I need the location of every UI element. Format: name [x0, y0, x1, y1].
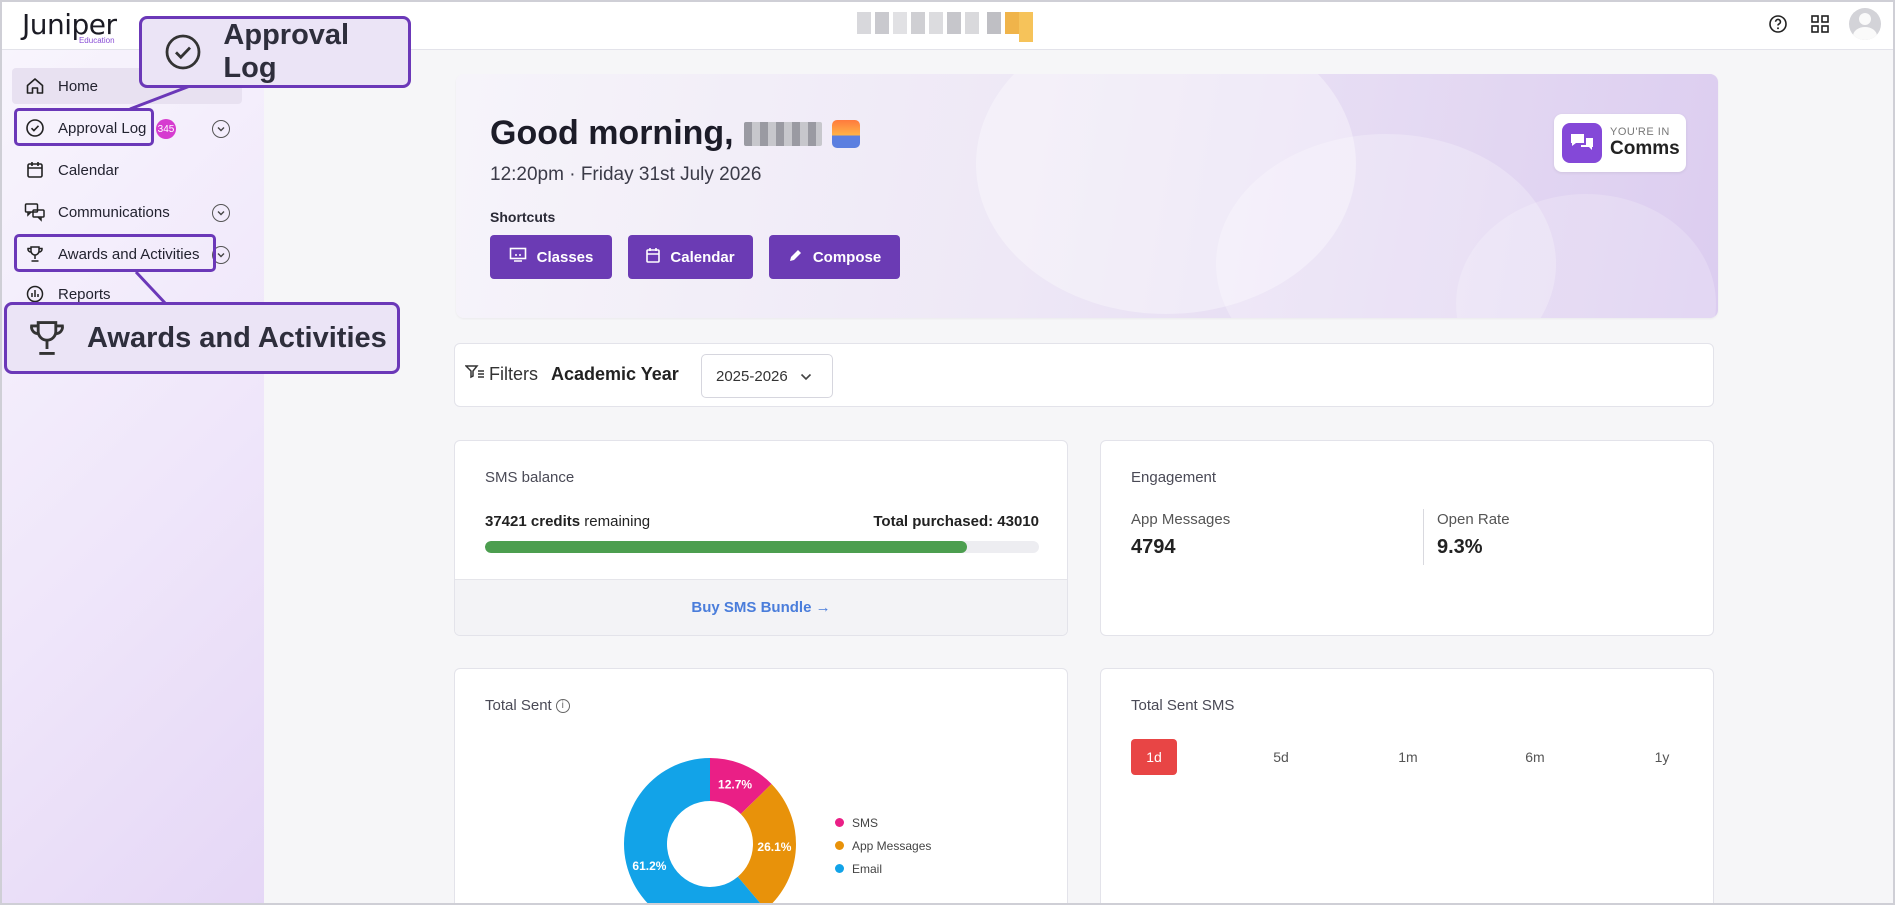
- divider: [1423, 509, 1424, 565]
- user-name-redacted: [743, 121, 822, 146]
- pencil-icon: [788, 248, 803, 267]
- range-1m-button[interactable]: 1m: [1385, 739, 1431, 775]
- module-caption: YOU'RE IN: [1610, 126, 1670, 138]
- awards-callout: Awards and Activities: [4, 302, 400, 374]
- shortcuts-label: Shortcuts: [490, 209, 556, 225]
- donut-slice-label: 12.7%: [718, 778, 752, 792]
- top-actions: [1765, 8, 1881, 40]
- button-label: Classes: [536, 248, 594, 266]
- classroom-icon: [509, 247, 527, 267]
- module-name: Comms: [1610, 138, 1680, 159]
- donut-slice-label: 26.1%: [757, 840, 791, 854]
- chart-legend: SMS App Messages Email: [835, 811, 931, 880]
- legend-label: SMS: [852, 815, 879, 830]
- legend-swatch: [835, 864, 844, 873]
- app-messages-stat: App Messages 4794: [1131, 511, 1230, 559]
- filters-label[interactable]: Filters: [464, 364, 538, 385]
- card-title: SMS balance: [485, 469, 575, 486]
- legend-item[interactable]: Email: [835, 857, 931, 880]
- legend-swatch: [835, 841, 844, 850]
- credits-remaining: 37421 credits remaining: [485, 513, 650, 530]
- user-avatar[interactable]: [1849, 8, 1881, 40]
- button-label: Compose: [812, 248, 882, 266]
- remaining-word: remaining: [584, 513, 651, 530]
- academic-year-select[interactable]: 2025-2026: [701, 354, 833, 398]
- legend-label: Email: [852, 861, 883, 876]
- button-label: Calendar: [670, 248, 735, 266]
- chat-bubbles-icon: [1562, 123, 1602, 163]
- stat-label: Open Rate: [1437, 511, 1510, 528]
- help-icon[interactable]: [1765, 11, 1791, 37]
- credits-value: 37421: [485, 513, 527, 530]
- apps-grid-icon[interactable]: [1807, 11, 1833, 37]
- info-icon[interactable]: i: [555, 698, 570, 713]
- current-module-badge: YOU'RE IN Comms: [1554, 114, 1686, 172]
- open-rate-stat: Open Rate 9.3%: [1437, 511, 1510, 559]
- calendar-icon: [646, 247, 661, 267]
- card-title: Total Sent SMS: [1131, 697, 1235, 714]
- legend-swatch: [835, 818, 844, 827]
- app-window: Juniper Education Home Approval Log 345 …: [0, 0, 1895, 905]
- current-time: 12:20pm · Friday 31st July 2026: [490, 164, 762, 185]
- check-circle-icon: [160, 29, 205, 75]
- range-6m-button[interactable]: 6m: [1512, 739, 1558, 775]
- greeting-heading: Good morning,: [490, 114, 860, 153]
- welcome-banner: Good morning, 12:20pm · Friday 31st July…: [456, 74, 1718, 318]
- stat-value: 9.3%: [1437, 536, 1483, 558]
- greeting-text: Good morning,: [490, 114, 734, 152]
- stat-label: App Messages: [1131, 511, 1231, 528]
- select-value: 2025-2026: [716, 367, 788, 385]
- classes-shortcut-button[interactable]: Classes: [490, 235, 612, 279]
- range-1d-button[interactable]: 1d: [1131, 739, 1177, 775]
- sunrise-icon: [831, 119, 860, 148]
- legend-item[interactable]: App Messages: [835, 834, 931, 857]
- school-name-redacted: [857, 12, 1042, 42]
- sms-credits-row: 37421 credits remaining Total purchased:…: [485, 513, 1039, 530]
- compose-shortcut-button[interactable]: Compose: [769, 235, 900, 279]
- filter-icon: [464, 364, 485, 385]
- credits-progress-fill: [485, 541, 967, 553]
- filters-bar: Filters Academic Year 2025-2026: [454, 343, 1714, 407]
- callout-text: Approval Log: [223, 19, 350, 84]
- sms-balance-card: SMS balance 37421 credits remaining Tota…: [454, 440, 1068, 636]
- card-title: Engagement: [1131, 469, 1217, 486]
- credits-progress-bar: [485, 541, 1039, 553]
- total-sent-donut-chart: 12.7% 26.1% 61.2%: [624, 758, 796, 903]
- total-sent-sms-card: Total Sent SMS 1d 5d 1m 6m 1y: [1100, 668, 1714, 903]
- stat-value: 4794: [1131, 536, 1176, 558]
- engagement-card: Engagement App Messages 4794 Open Rate 9…: [1100, 440, 1714, 636]
- total-sent-card: Total Sent i 12.7% 26.1% 61.2% SMS App Mess…: [454, 668, 1068, 903]
- card-title: Total Sent i: [485, 697, 570, 714]
- filters-text: Filters: [489, 364, 538, 384]
- buy-sms-bundle-link[interactable]: Buy SMS Bundle →: [455, 579, 1067, 635]
- total-purchased: Total purchased: 43010: [873, 513, 1039, 530]
- credits-word: credits: [530, 513, 581, 530]
- legend-item[interactable]: SMS: [835, 811, 931, 834]
- academic-year-label: Academic Year: [551, 364, 679, 384]
- trophy-icon: [23, 314, 71, 362]
- card-title-text: Total Sent: [485, 697, 552, 714]
- range-5d-button[interactable]: 5d: [1258, 739, 1304, 775]
- legend-label: App Messages: [852, 838, 932, 853]
- calendar-shortcut-button[interactable]: Calendar: [628, 235, 753, 279]
- callout-text: Awards and Activities: [87, 321, 387, 354]
- approval-log-callout: Approval Log: [139, 16, 411, 88]
- donut-slice-label: 61.2%: [632, 859, 666, 873]
- range-1y-button[interactable]: 1y: [1639, 739, 1685, 775]
- chevron-down-icon: [800, 368, 812, 385]
